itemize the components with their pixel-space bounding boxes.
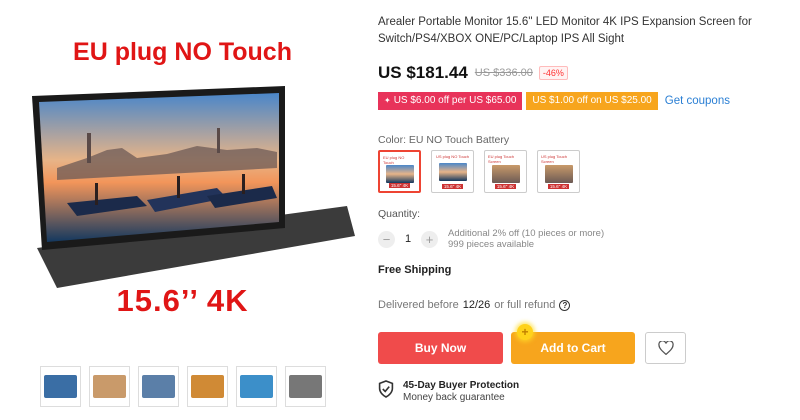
thumbnail[interactable] — [285, 366, 326, 407]
swatch-us-no-touch[interactable]: US plug NO Touch 15.6'' 4K — [431, 150, 474, 193]
delivery-suffix: or full refund — [494, 299, 556, 311]
color-label: Color: EU NO Touch Battery — [378, 134, 510, 146]
thumbnail[interactable] — [138, 366, 179, 407]
thumbnail-strip — [40, 366, 326, 407]
diamond-icon: ✦ — [384, 96, 391, 105]
free-shipping: Free Shipping — [378, 264, 452, 276]
swatch-bottom-label: 15.6'' 4K — [494, 184, 517, 189]
action-buttons: Buy Now + Add to Cart — [378, 324, 686, 364]
quantity-note: Additional 2% off (10 pieces or more) 99… — [448, 228, 604, 250]
coupon-row: ✦ US $6.00 off per US $65.00 US $1.00 of… — [378, 92, 730, 110]
protection-subtitle: Money back guarantee — [403, 392, 505, 403]
add-to-cart-button[interactable]: + Add to Cart — [511, 324, 635, 364]
color-swatches: EU plug NO Touch 15.6'' 4K US plug NO To… — [378, 150, 580, 193]
wishlist-button[interactable] — [645, 332, 686, 364]
cursor-highlight-icon: + — [517, 324, 533, 340]
swatch-bottom-label: 15.6'' 4K — [388, 183, 411, 188]
swatch-eu-no-touch[interactable]: EU plug NO Touch 15.6'' 4K — [378, 150, 421, 193]
hero-subtitle: 15.6’’ 4K — [116, 283, 249, 318]
quantity-stepper: − 1 + Additional 2% off (10 pieces or mo… — [378, 228, 604, 250]
swatch-eu-touch[interactable]: EU plug Touch Screen 15.6'' 4K — [484, 150, 527, 193]
delivery-date: 12/26 — [462, 299, 491, 311]
quantity-input[interactable]: 1 — [395, 233, 421, 245]
protection-title: 45-Day Buyer Protection — [403, 380, 520, 391]
buy-now-button[interactable]: Buy Now — [378, 332, 503, 364]
swatch-top-label: US plug NO Touch — [435, 154, 470, 159]
thumbnail[interactable] — [40, 366, 81, 407]
product-title: Arealer Portable Monitor 15.6'' LED Moni… — [378, 16, 752, 45]
coupon-primary-label: US $6.00 off per US $65.00 — [393, 95, 517, 106]
swatch-top-label: EU plug Touch Screen — [488, 154, 514, 164]
quantity-plus-button[interactable]: + — [421, 230, 438, 248]
current-price: US $181.44 — [378, 63, 468, 82]
bulk-discount-note: Additional 2% off (10 pieces or more) — [448, 228, 605, 239]
shield-check-icon — [378, 380, 394, 398]
monitor-image[interactable] — [27, 86, 355, 288]
swatch-top-label: US plug Touch Screen — [541, 154, 567, 164]
thumbnail[interactable] — [187, 366, 228, 407]
delivery-info: Delivered before 12/26 or full refund ? — [378, 299, 571, 311]
coupon-secondary[interactable]: US $1.00 off on US $25.00 — [526, 92, 658, 110]
buyer-protection: 45-Day Buyer Protection Money back guara… — [378, 380, 519, 404]
heart-icon — [657, 341, 674, 355]
hero-title: EU plug NO Touch — [73, 38, 292, 66]
quantity-minus-button[interactable]: − — [378, 230, 395, 248]
quantity-label: Quantity: — [378, 208, 421, 220]
add-to-cart-label: Add to Cart — [540, 341, 606, 355]
swatch-top-label: EU plug NO Touch — [383, 155, 405, 165]
price-row: US $181.44 US $336.00 -46% — [378, 63, 568, 83]
discount-badge: -46% — [538, 66, 568, 80]
thumbnail[interactable] — [89, 366, 130, 407]
help-icon[interactable]: ? — [559, 299, 571, 311]
availability-note: 999 pieces available — [448, 239, 535, 250]
swatch-bottom-label: 15.6'' 4K — [441, 184, 464, 189]
product-gallery: EU plug NO Touch 15.6’’ 4K — [0, 0, 365, 420]
swatch-bottom-label: 15.6'' 4K — [547, 184, 570, 189]
get-coupons-link[interactable]: Get coupons — [665, 95, 730, 107]
coupon-primary[interactable]: ✦ US $6.00 off per US $65.00 — [378, 92, 523, 110]
original-price: US $336.00 — [474, 67, 533, 79]
swatch-us-touch[interactable]: US plug Touch Screen 15.6'' 4K — [537, 150, 580, 193]
delivery-prefix: Delivered before — [378, 299, 459, 311]
thumbnail[interactable] — [236, 366, 277, 407]
